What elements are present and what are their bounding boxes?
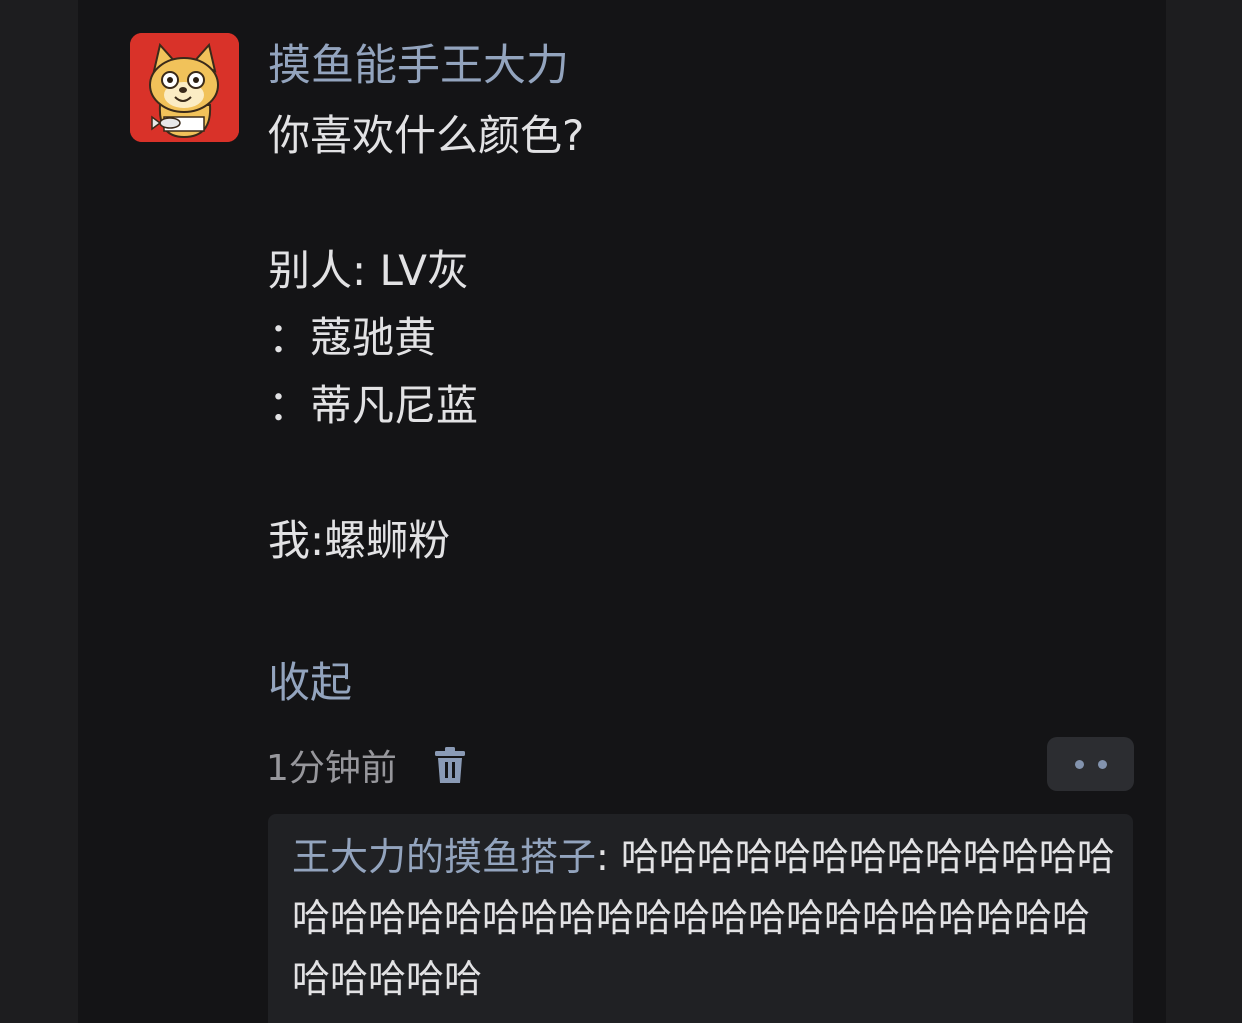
more-dots-icon [1074, 759, 1084, 769]
trash-icon[interactable] [433, 745, 467, 785]
username[interactable]: 摸鱼能手王大力 [268, 38, 569, 94]
content-line: ：蒂凡尼蓝 [268, 381, 479, 430]
cat-avatar-icon [130, 33, 239, 142]
content-line: 我:螺蛳粉 [268, 516, 451, 565]
reply-author[interactable]: 王大力的摸鱼搭子 [292, 835, 596, 879]
more-dots-icon [1097, 759, 1107, 769]
reply-text: 王大力的摸鱼搭子: 哈哈哈哈哈哈哈哈哈哈哈哈哈哈哈哈哈哈哈哈哈哈哈哈哈哈哈哈哈哈… [292, 827, 1122, 1010]
post-meta: 1分钟前 [266, 738, 467, 792]
reply-preview[interactable]: 王大力的摸鱼搭子: 哈哈哈哈哈哈哈哈哈哈哈哈哈哈哈哈哈哈哈哈哈哈哈哈哈哈哈哈哈哈… [268, 814, 1133, 1023]
screen: 摸鱼能手王大力 你喜欢什么颜色? 别人: LV灰 ：蔻驰黄 ：蒂凡尼蓝 我:螺蛳… [0, 0, 1242, 1023]
timestamp: 1分钟前 [266, 748, 397, 789]
content-line: 你喜欢什么颜色? [268, 111, 585, 160]
reply-separator: : [596, 835, 621, 879]
more-options-button[interactable] [1047, 737, 1134, 791]
collapse-link[interactable]: 收起 [268, 653, 352, 713]
content-line: 别人: LV灰 [268, 246, 470, 295]
user-avatar[interactable] [130, 33, 239, 142]
content-line: ：蔻驰黄 [268, 313, 437, 362]
